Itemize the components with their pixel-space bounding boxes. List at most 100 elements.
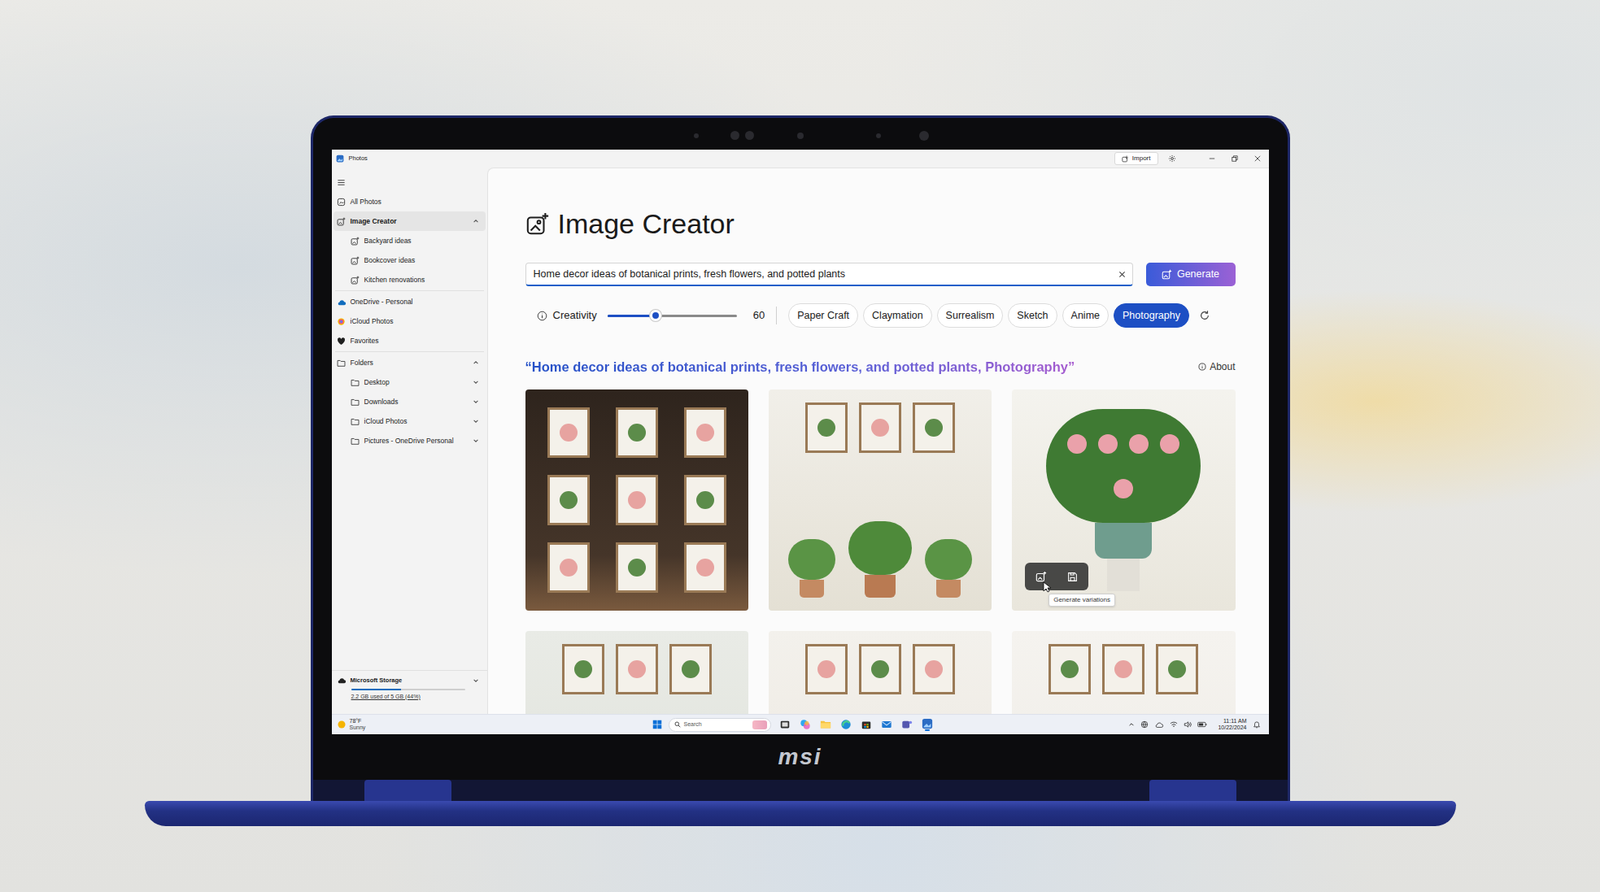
wifi-icon[interactable] bbox=[1169, 720, 1178, 729]
style-chip[interactable]: Photography bbox=[1113, 303, 1190, 328]
tooltip: Generate variations bbox=[1048, 593, 1116, 607]
style-chip[interactable]: Sketch bbox=[1007, 303, 1057, 328]
print-frame bbox=[858, 402, 902, 454]
sidebar-item[interactable]: Backyard ideas bbox=[333, 231, 486, 251]
generated-image[interactable] bbox=[525, 389, 749, 611]
sidebar-item[interactable]: Desktop bbox=[333, 372, 486, 393]
chevron-icon[interactable] bbox=[472, 418, 480, 425]
print-motif bbox=[559, 423, 578, 442]
print-frame bbox=[805, 402, 848, 454]
volume-icon[interactable] bbox=[1183, 720, 1192, 729]
generated-image[interactable] bbox=[768, 631, 992, 715]
refresh-icon[interactable] bbox=[1198, 309, 1211, 322]
onedrive-icon bbox=[336, 297, 347, 307]
sidebar-item[interactable]: Kitchen renovations bbox=[333, 270, 486, 290]
close-button[interactable] bbox=[1246, 149, 1269, 168]
battery-icon[interactable] bbox=[1197, 720, 1208, 729]
prompt-field[interactable] bbox=[525, 262, 1134, 287]
info-icon bbox=[1198, 362, 1207, 371]
chevron-up-icon[interactable] bbox=[1128, 721, 1135, 729]
sidebar-item[interactable]: Folders bbox=[333, 353, 486, 373]
sidebar-item-content: Desktop bbox=[333, 377, 470, 389]
chevron-down-icon bbox=[472, 677, 480, 685]
copilot-icon[interactable] bbox=[799, 719, 811, 731]
print-frame bbox=[547, 542, 590, 593]
maximize-button[interactable] bbox=[1223, 149, 1247, 168]
print-motif bbox=[696, 423, 715, 442]
mail-icon[interactable] bbox=[880, 719, 893, 731]
print-motif bbox=[627, 491, 646, 510]
store-icon[interactable] bbox=[860, 719, 872, 731]
print-motif bbox=[924, 660, 943, 679]
sidebar-item[interactable]: Favorites bbox=[333, 331, 486, 351]
style-chip[interactable]: Claymation bbox=[863, 303, 933, 328]
windows-start-icon[interactable] bbox=[652, 719, 663, 730]
page-header: Image Creator bbox=[525, 207, 1236, 240]
taskbar-search[interactable]: Search bbox=[668, 718, 772, 733]
about-link[interactable]: About bbox=[1198, 359, 1235, 375]
edge-icon[interactable] bbox=[840, 719, 852, 731]
generated-image[interactable] bbox=[768, 389, 992, 611]
creativity-slider[interactable] bbox=[607, 314, 737, 318]
chevron-icon[interactable] bbox=[472, 379, 480, 386]
generated-image[interactable] bbox=[1011, 631, 1235, 715]
storage-header[interactable]: Microsoft Storage bbox=[331, 675, 488, 687]
file-explorer-icon[interactable] bbox=[819, 719, 832, 731]
minimize-button[interactable] bbox=[1200, 149, 1224, 168]
generate-button[interactable]: Generate bbox=[1146, 262, 1236, 287]
onedrive-icon[interactable] bbox=[1154, 720, 1165, 729]
generate-label: Generate bbox=[1177, 266, 1220, 283]
folder-icon bbox=[350, 417, 361, 427]
style-chip[interactable]: Surrealism bbox=[937, 303, 1004, 328]
sidebar-item[interactable]: iCloud Photos bbox=[333, 311, 486, 332]
sidebar-item[interactable]: Pictures - OneDrive Personal bbox=[333, 431, 486, 451]
chevron-icon[interactable] bbox=[472, 437, 480, 445]
print-motif bbox=[871, 660, 890, 679]
task-view-icon[interactable] bbox=[779, 719, 791, 731]
clear-icon[interactable] bbox=[1118, 270, 1126, 279]
style-chip[interactable]: Paper Craft bbox=[788, 303, 859, 328]
print-motif bbox=[574, 660, 593, 679]
plant-pot bbox=[1094, 523, 1152, 559]
save-icon[interactable] bbox=[1067, 571, 1079, 583]
photos-taskbar-button[interactable] bbox=[921, 718, 933, 732]
generate-variations-icon[interactable] bbox=[1035, 571, 1047, 583]
print-motif bbox=[1114, 660, 1133, 679]
result-prompt: Home decor ideas of botanical prints, fr… bbox=[531, 359, 986, 375]
chevron-icon[interactable] bbox=[472, 359, 480, 367]
storage-usage[interactable]: 2.2 GB used of 5 GB (44%) bbox=[351, 693, 488, 702]
chevron-icon[interactable] bbox=[472, 217, 480, 225]
sidebar-item-content: All Photos bbox=[333, 196, 480, 208]
style-chip[interactable]: Anime bbox=[1062, 303, 1109, 328]
generated-image[interactable] bbox=[525, 631, 749, 715]
weather-condition: Sunny bbox=[349, 724, 367, 732]
hinge-tab bbox=[364, 780, 452, 802]
print-motif bbox=[1060, 660, 1079, 679]
settings-button[interactable] bbox=[1166, 152, 1178, 166]
sidebar-item[interactable]: Image Creator bbox=[333, 211, 486, 232]
generated-image[interactable]: Generate variations bbox=[1011, 389, 1235, 611]
photos-icon bbox=[921, 718, 933, 730]
sidebar-item[interactable]: OneDrive - Personal bbox=[333, 292, 486, 312]
bell-icon[interactable] bbox=[1252, 720, 1261, 729]
page-title: Image Creator bbox=[558, 209, 735, 238]
sidebar-item[interactable]: Downloads bbox=[333, 392, 486, 412]
sidebar-item-label: iCloud Photos bbox=[364, 416, 408, 428]
info-icon[interactable] bbox=[536, 310, 548, 322]
import-button[interactable]: Import bbox=[1114, 152, 1159, 166]
teams-icon[interactable] bbox=[901, 719, 913, 731]
sidebar-item[interactable]: iCloud Photos bbox=[333, 411, 486, 432]
menu-button[interactable] bbox=[331, 172, 488, 192]
sidebar-item[interactable]: All Photos bbox=[333, 191, 486, 212]
slider-thumb[interactable] bbox=[649, 309, 662, 322]
clock[interactable]: 11:11 AM 10/22/2024 bbox=[1217, 718, 1247, 731]
weather-widget[interactable]: 78°F Sunny bbox=[336, 718, 653, 731]
chevron-icon[interactable] bbox=[472, 398, 480, 406]
network-icon[interactable] bbox=[1140, 720, 1149, 729]
sidebar-item[interactable]: Bookcover ideas bbox=[333, 250, 486, 271]
print-frame bbox=[547, 407, 590, 458]
print-motif bbox=[1168, 660, 1186, 679]
sidebar-item-content: Image Creator bbox=[333, 216, 470, 227]
sidebar-item-content: Favorites bbox=[333, 335, 480, 347]
prompt-input[interactable] bbox=[533, 266, 1119, 283]
